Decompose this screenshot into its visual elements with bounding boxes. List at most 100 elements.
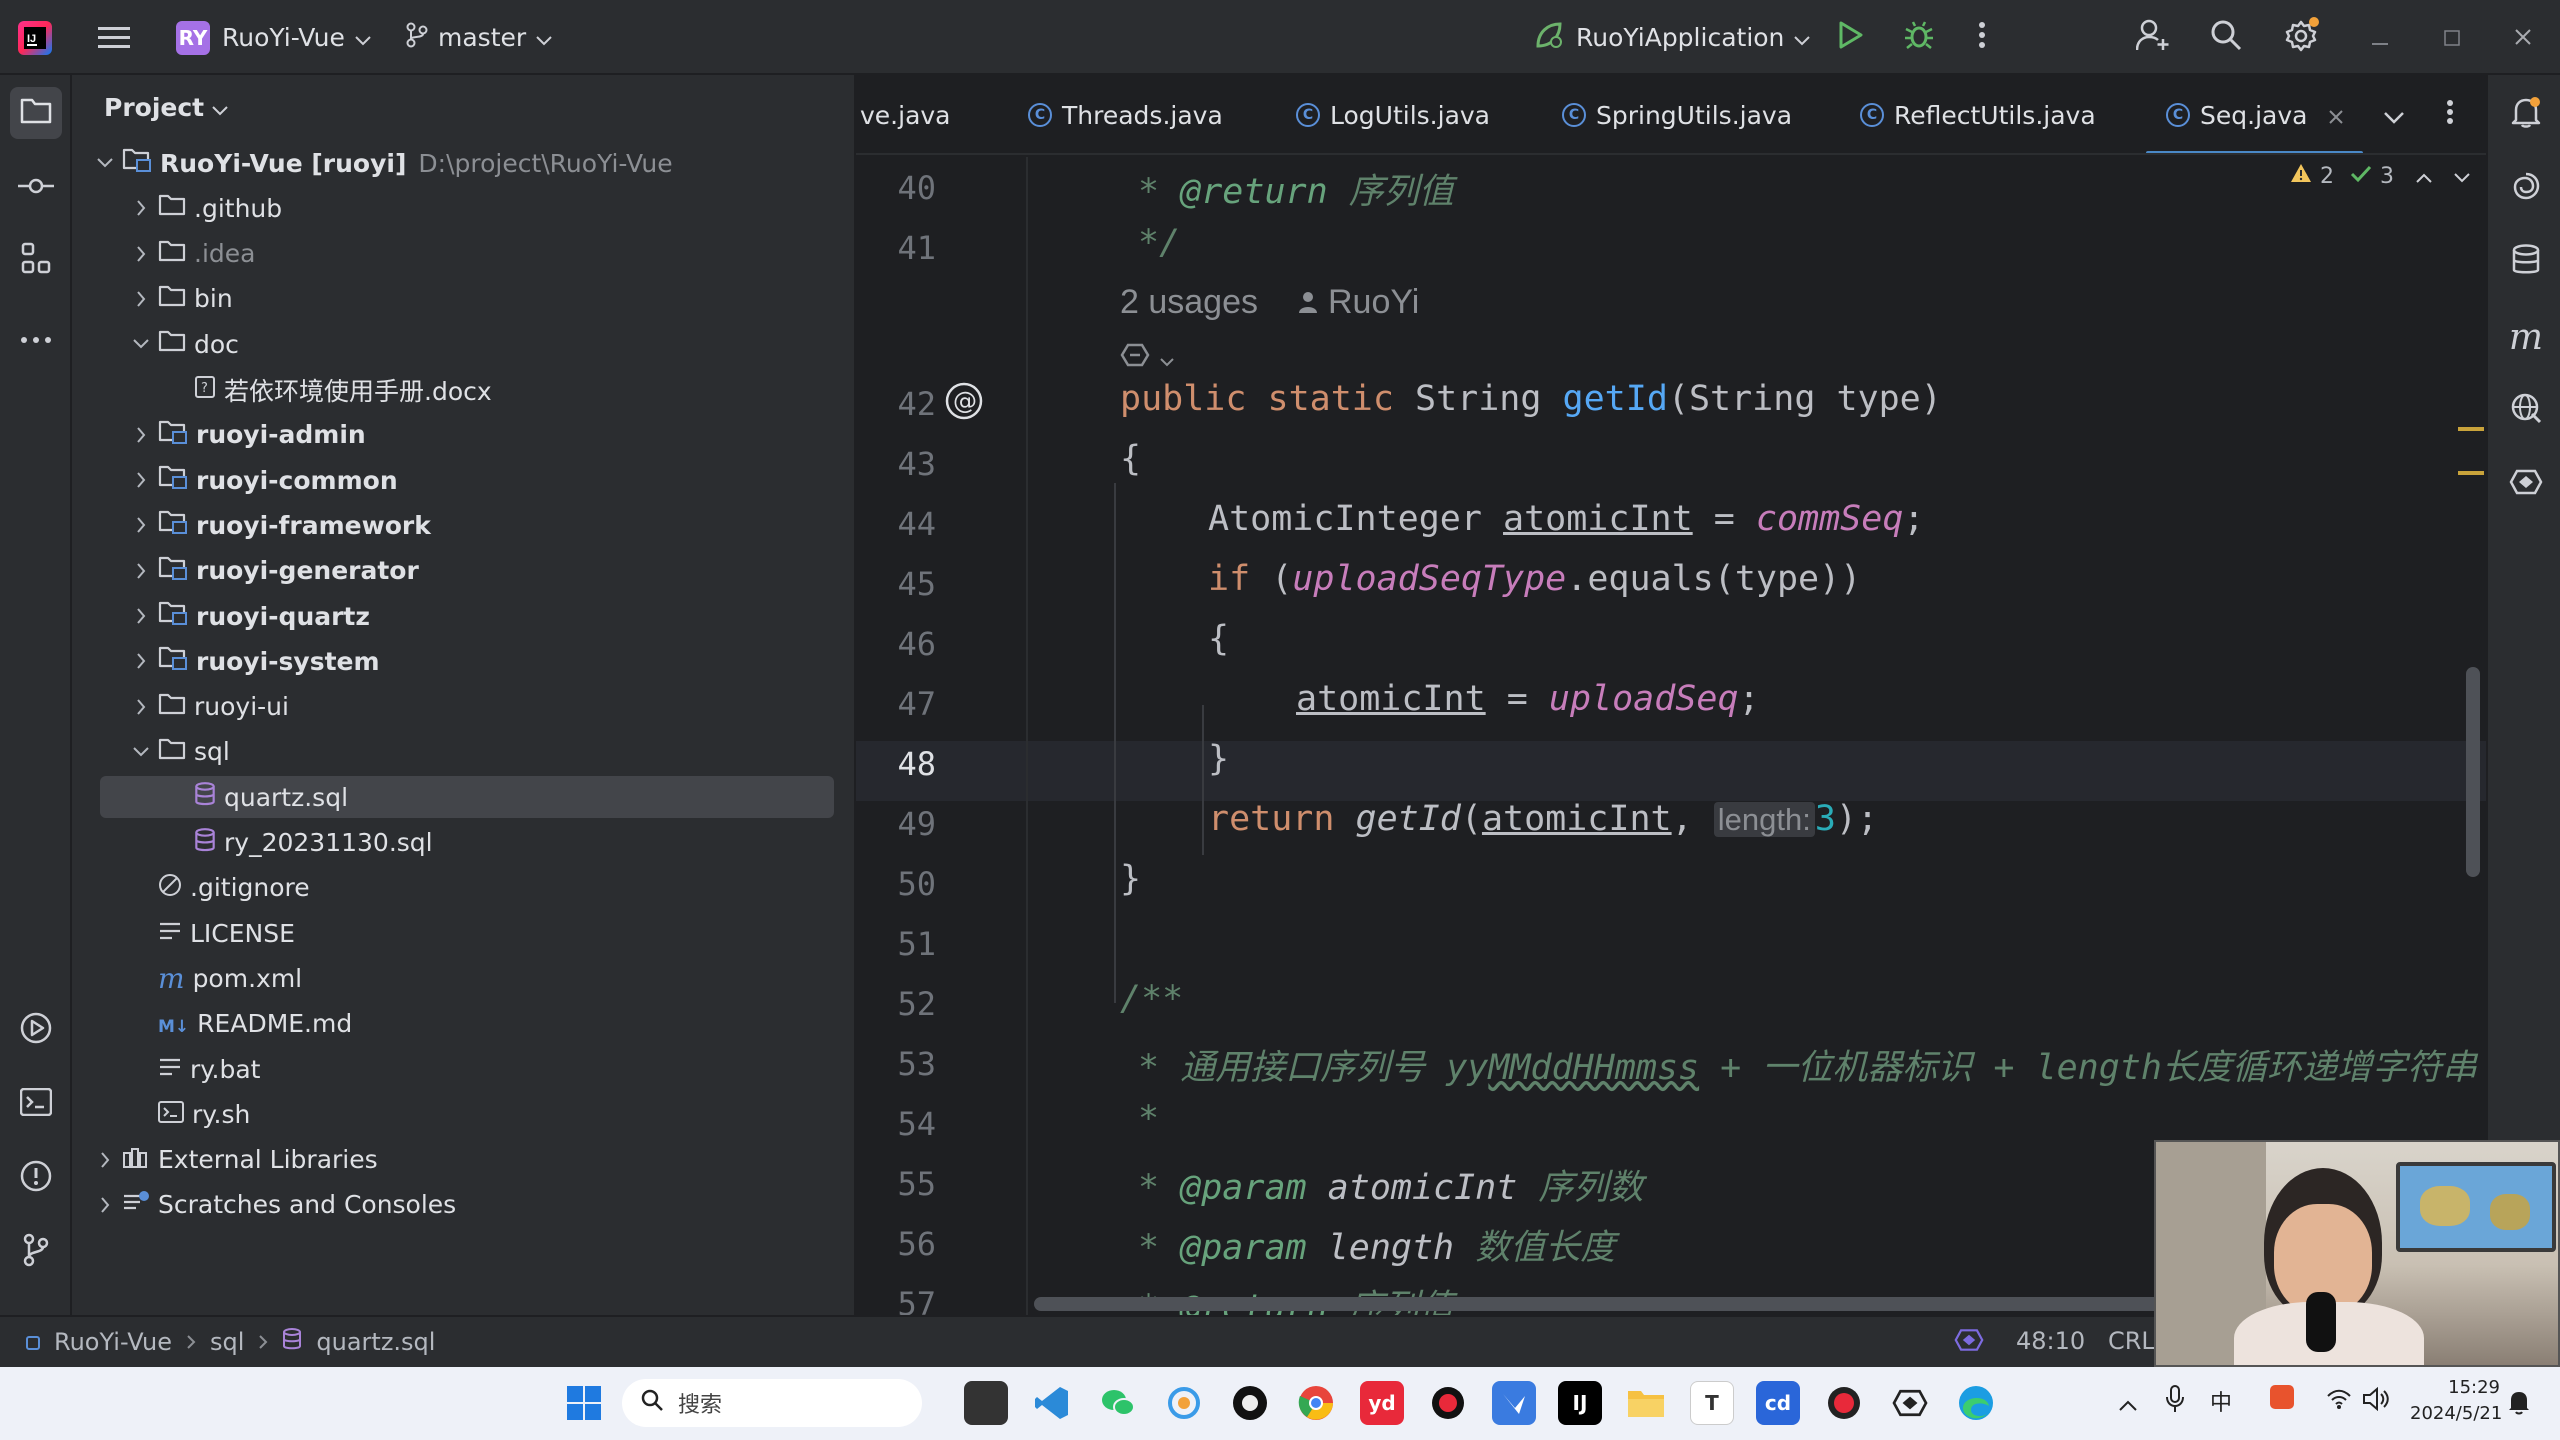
- tree-item[interactable]: doc: [72, 323, 856, 365]
- chevron-right-icon[interactable]: [130, 472, 152, 488]
- tree-item[interactable]: ry.sh: [72, 1093, 856, 1135]
- tree-item[interactable]: ruoyi-quartz: [72, 595, 856, 637]
- volume-icon[interactable]: [2362, 1386, 2390, 1417]
- tab-threads-java[interactable]: C Threads.java: [1028, 75, 1223, 153]
- branch-switcher[interactable]: master: [406, 0, 552, 75]
- ai-assistant-button[interactable]: [2500, 163, 2552, 215]
- editor-more-button[interactable]: [2446, 75, 2454, 153]
- tab-ve-java[interactable]: ve.java: [860, 75, 951, 153]
- code-with-me-button[interactable]: [2135, 0, 2170, 75]
- intellij-logo-icon[interactable]: IJ: [18, 0, 52, 75]
- chevron-right-icon[interactable]: [130, 608, 152, 624]
- copilot-status-icon[interactable]: [1954, 1325, 1984, 1361]
- input-language[interactable]: 中: [2210, 1385, 2232, 1417]
- tree-item[interactable]: ruoyi-ui: [72, 686, 856, 728]
- chevron-right-icon[interactable]: [130, 698, 152, 715]
- typora-icon[interactable]: T: [1690, 1381, 1734, 1425]
- microphone-icon[interactable]: [2166, 1385, 2184, 1419]
- problems-tool-button[interactable]: [10, 1153, 62, 1205]
- maximize-button[interactable]: [2444, 0, 2460, 75]
- line-separator[interactable]: CRL: [2108, 1327, 2155, 1355]
- database-button[interactable]: [2500, 237, 2552, 289]
- tree-item[interactable]: bin: [72, 278, 856, 320]
- obs-icon[interactable]: [1228, 1381, 1272, 1425]
- main-menu-icon[interactable]: [98, 0, 130, 75]
- breadcrumb-item[interactable]: quartz.sql: [316, 1328, 435, 1356]
- project-tool-button[interactable]: [10, 87, 62, 139]
- chevron-right-icon[interactable]: [130, 200, 152, 216]
- tree-item[interactable]: Scratches and Consoles: [72, 1184, 856, 1226]
- endpoints-button[interactable]: [2500, 385, 2552, 437]
- warning-stripe-mark[interactable]: [2458, 471, 2484, 475]
- tree-item[interactable]: ? 若依环境使用手册.docx: [72, 369, 856, 411]
- chrome-icon[interactable]: [1294, 1381, 1338, 1425]
- taskbar-search[interactable]: 搜索: [622, 1379, 922, 1427]
- maven-button[interactable]: m: [2500, 311, 2552, 363]
- warning-stripe-mark[interactable]: [2458, 427, 2484, 431]
- chevron-down-icon[interactable]: [2454, 164, 2470, 189]
- ai-assistant-hint[interactable]: [1120, 341, 1174, 375]
- windows-start-icon[interactable]: [562, 1381, 606, 1425]
- tab-list-button[interactable]: [2384, 75, 2404, 153]
- close-tab-icon[interactable]: [2329, 101, 2344, 130]
- recorder-icon[interactable]: [1426, 1381, 1470, 1425]
- copilot-app-icon[interactable]: [1888, 1381, 1932, 1425]
- chevron-down-icon[interactable]: [130, 339, 152, 349]
- record-icon[interactable]: [1822, 1381, 1866, 1425]
- tree-item[interactable]: .gitignore: [72, 867, 856, 909]
- chevron-right-icon[interactable]: [130, 245, 152, 262]
- chevron-right-icon[interactable]: [130, 427, 152, 443]
- tree-item[interactable]: RuoYi-Vue [ruoyi] D:\project\RuoYi-Vue: [72, 142, 856, 184]
- vscode-icon[interactable]: [1030, 1381, 1074, 1425]
- tree-item[interactable]: ry.bat: [72, 1048, 856, 1090]
- project-switcher[interactable]: RY RuoYi-Vue: [176, 0, 371, 75]
- tree-item[interactable]: .idea: [72, 233, 856, 275]
- structure-tool-button[interactable]: [10, 235, 62, 287]
- inspection-widget[interactable]: 2 3: [2290, 163, 2470, 189]
- horizontal-scrollbar[interactable]: [1034, 1297, 2284, 1311]
- commit-tool-button[interactable]: [10, 161, 62, 213]
- settings-button[interactable]: [2284, 0, 2320, 75]
- tab-reflectutils-java[interactable]: C ReflectUtils.java: [1860, 75, 2096, 153]
- tree-item[interactable]: quartz.sql: [100, 776, 834, 819]
- copilot-button[interactable]: [2500, 459, 2552, 511]
- chevron-right-icon[interactable]: [94, 1197, 116, 1213]
- chevron-right-icon[interactable]: [130, 291, 152, 307]
- fire-icon[interactable]: cd: [1756, 1381, 1800, 1425]
- debug-button[interactable]: [1904, 0, 1934, 75]
- file-explorer-icon[interactable]: [1624, 1381, 1668, 1425]
- tree-item[interactable]: ruoyi-generator: [72, 550, 856, 592]
- wechat-icon[interactable]: [1096, 1381, 1140, 1425]
- tree-item[interactable]: m pom.xml: [72, 957, 856, 999]
- tab-logutils-java[interactable]: C LogUtils.java: [1296, 75, 1490, 153]
- feishu-icon[interactable]: [1492, 1381, 1536, 1425]
- implementation-gutter-icon[interactable]: @: [944, 381, 984, 427]
- services-tool-button[interactable]: [10, 1005, 62, 1057]
- taskbar-clock[interactable]: 15:29 2024/5/21: [2410, 1375, 2502, 1427]
- chevron-right-icon[interactable]: [130, 517, 152, 534]
- chevron-up-icon[interactable]: [2416, 164, 2432, 189]
- tree-item[interactable]: .github: [72, 187, 856, 229]
- notifications-button[interactable]: [2500, 89, 2552, 141]
- edge-icon[interactable]: [1954, 1381, 1998, 1425]
- browser-swirl-icon[interactable]: [1162, 1381, 1206, 1425]
- tree-item[interactable]: External Libraries: [72, 1139, 856, 1181]
- tab-seq-java[interactable]: C Seq.java: [2145, 75, 2364, 153]
- tree-item[interactable]: ry_20231130.sql: [72, 822, 856, 864]
- breadcrumb-item[interactable]: RuoYi-Vue: [54, 1328, 172, 1356]
- run-button[interactable]: [1838, 0, 1864, 75]
- wifi-icon[interactable]: [2326, 1387, 2352, 1416]
- minimize-button[interactable]: [2372, 0, 2388, 75]
- sogou-icon[interactable]: [2270, 1385, 2294, 1409]
- chevron-right-icon[interactable]: [94, 1151, 116, 1168]
- tree-item[interactable]: ruoyi-common: [72, 459, 856, 501]
- chevron-right-icon[interactable]: [130, 653, 152, 669]
- tree-item[interactable]: LICENSE: [72, 912, 856, 954]
- task-view-icon[interactable]: [964, 1381, 1008, 1425]
- tree-item[interactable]: sql: [72, 731, 856, 773]
- tab-springutils-java[interactable]: C SpringUtils.java: [1562, 75, 1792, 153]
- chevron-down-icon[interactable]: [130, 747, 152, 757]
- vertical-scrollbar[interactable]: [2466, 667, 2480, 877]
- author-hint[interactable]: RuoYi: [1298, 283, 1419, 322]
- youdao-icon[interactable]: yd: [1360, 1381, 1404, 1425]
